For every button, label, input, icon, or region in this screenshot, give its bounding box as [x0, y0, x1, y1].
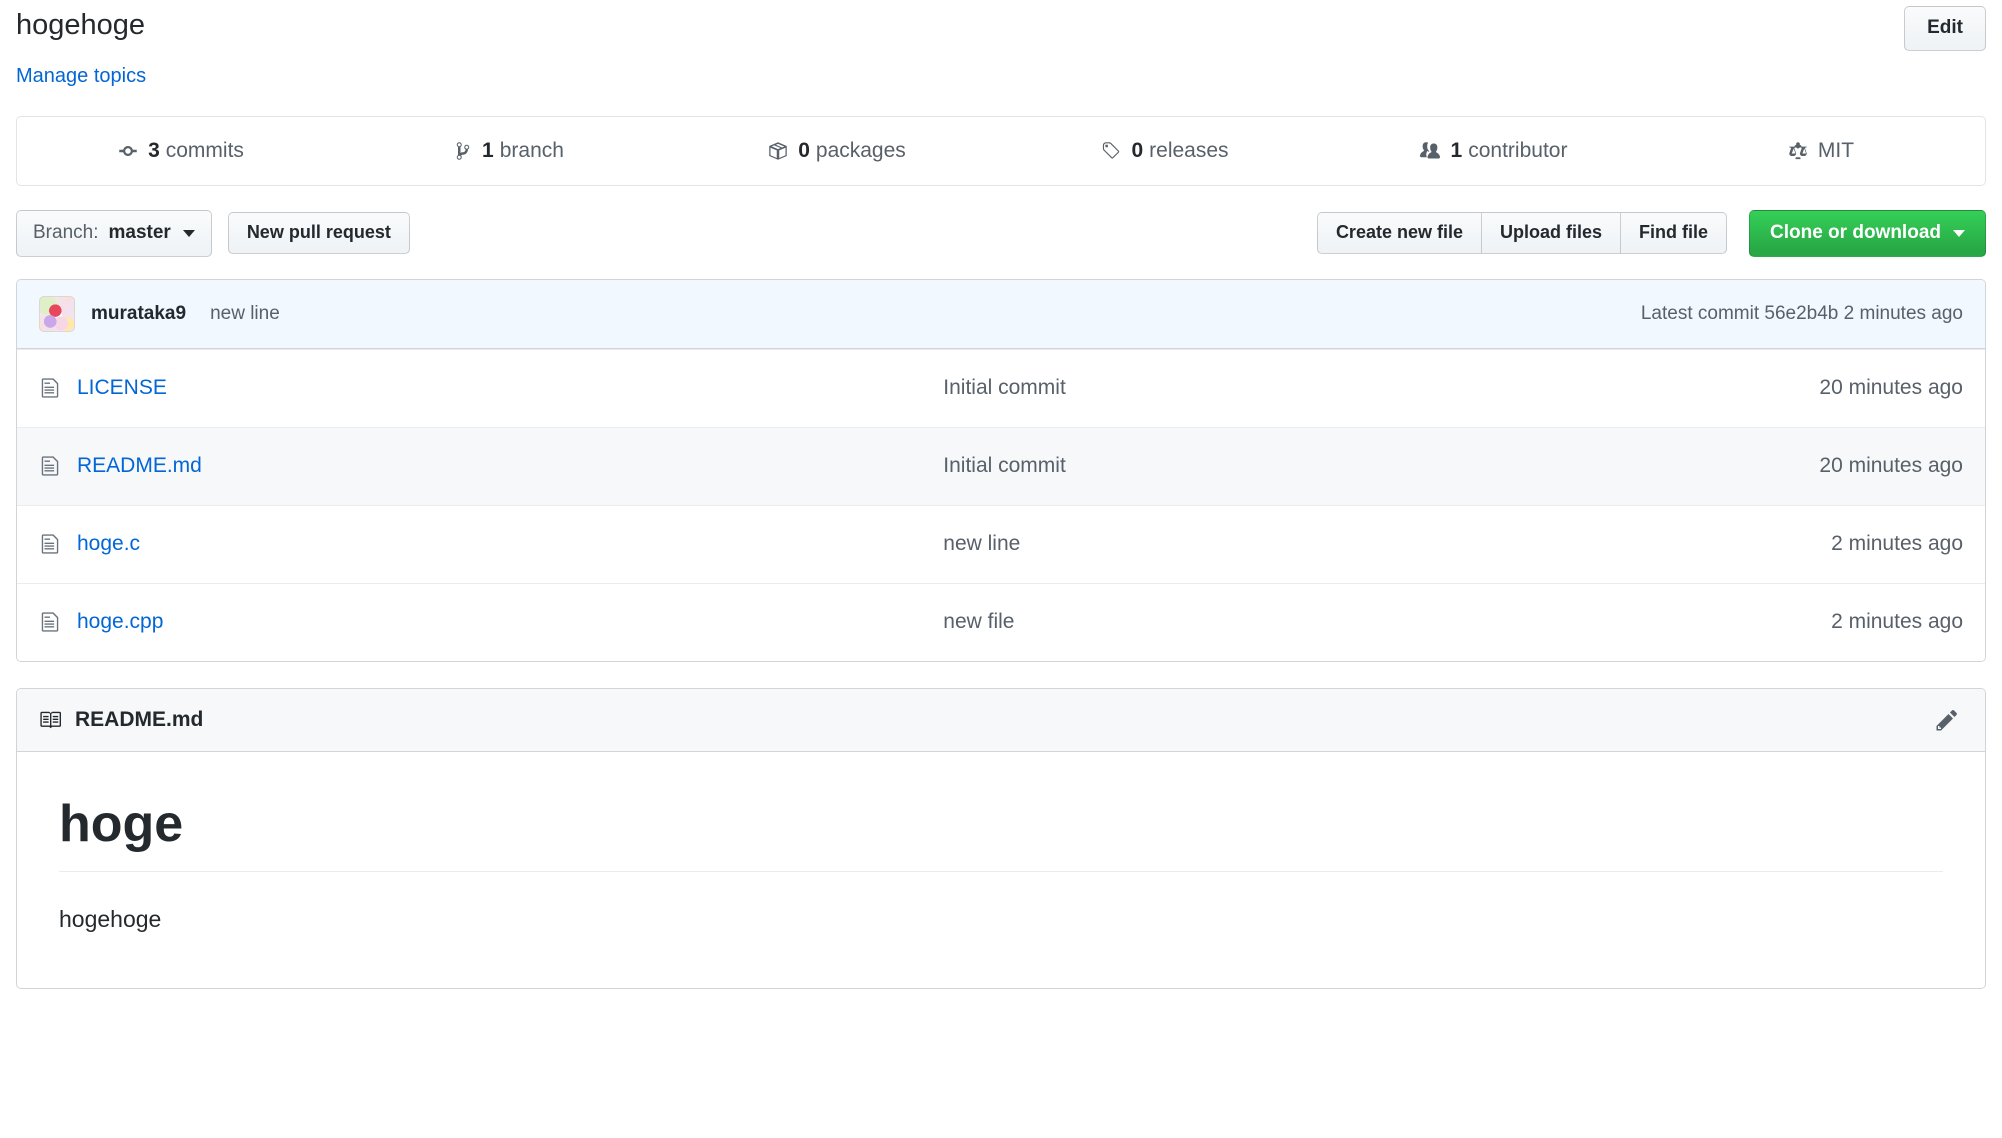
stat-branches-label: branch	[499, 138, 564, 162]
repository-header-left: hogehoge Manage topics	[16, 6, 146, 88]
table-row[interactable]: LICENSE Initial commit 20 minutes ago	[17, 348, 1985, 427]
file-commit-message[interactable]: Initial commit	[943, 376, 1066, 399]
stat-packages-count: 0	[798, 138, 810, 162]
latest-commit-age: 2 minutes ago	[1843, 302, 1963, 324]
clone-or-download-label: Clone or download	[1770, 221, 1941, 243]
table-row[interactable]: README.md Initial commit 20 minutes ago	[17, 426, 1985, 505]
edit-button[interactable]: Edit	[1904, 6, 1986, 51]
file-commit-message-cell: new line	[943, 532, 1831, 556]
stat-contributors-count: 1	[1450, 138, 1463, 162]
repository-header: hogehoge Manage topics Edit	[16, 0, 1986, 88]
file-commit-message[interactable]: new line	[943, 532, 1020, 555]
file-commit-message[interactable]: Initial commit	[943, 454, 1066, 477]
file-icon	[39, 533, 61, 555]
readme-body: hoge hogehoge	[17, 752, 1985, 989]
chevron-down-icon	[1953, 229, 1965, 237]
file-name-cell: hoge.cpp	[39, 610, 943, 634]
tag-icon	[1101, 141, 1121, 161]
table-row[interactable]: hoge.cpp new file 2 minutes ago	[17, 582, 1985, 661]
file-navigation-toolbar: Branch: master New pull request Create n…	[16, 209, 1986, 257]
file-name-cell: hoge.c	[39, 532, 943, 556]
file-commit-message-cell: new file	[943, 610, 1831, 634]
readme-filename: README.md	[75, 707, 204, 731]
branch-select-button[interactable]: Branch: master	[16, 209, 212, 257]
file-age-cell: 2 minutes ago	[1831, 610, 1963, 634]
stat-commits[interactable]: 3 commits	[17, 117, 345, 185]
file-age-cell: 20 minutes ago	[1819, 376, 1963, 400]
stat-license-label: MIT	[1817, 138, 1855, 162]
stat-packages[interactable]: 0 packages	[673, 117, 1001, 185]
stat-packages-label: packages	[815, 138, 906, 162]
avatar[interactable]	[39, 295, 75, 332]
file-commit-message-cell: Initial commit	[943, 376, 1819, 400]
file-icon	[39, 455, 61, 477]
stat-releases-label: releases	[1149, 138, 1229, 162]
file-age-cell: 20 minutes ago	[1819, 454, 1963, 478]
readme-header-left: README.md	[39, 708, 203, 732]
branch-icon	[454, 141, 472, 161]
file-link[interactable]: hoge.c	[77, 532, 140, 556]
commit-author-name[interactable]: murataka9	[91, 303, 186, 325]
repository-stats-bar: 3 commits 1 branch 0 packages 0 releases…	[16, 115, 1986, 186]
file-age-cell: 2 minutes ago	[1831, 532, 1963, 556]
law-icon	[1788, 141, 1808, 161]
readme-container: README.md hoge hogehoge	[16, 687, 1986, 990]
file-link[interactable]: hoge.cpp	[77, 610, 163, 634]
file-commit-message[interactable]: new file	[943, 610, 1014, 633]
upload-files-button[interactable]: Upload files	[1480, 212, 1621, 254]
file-commit-message-cell: Initial commit	[943, 454, 1819, 478]
stat-branches[interactable]: 1 branch	[345, 117, 673, 185]
file-link[interactable]: README.md	[77, 454, 202, 478]
latest-commit-sha[interactable]: 56e2b4b	[1764, 303, 1838, 324]
stat-license[interactable]: MIT	[1657, 117, 1985, 185]
book-icon	[39, 709, 61, 731]
people-icon	[1419, 141, 1441, 161]
file-list-container: murataka9 new line Latest commit 56e2b4b…	[16, 278, 1986, 662]
stat-contributors-label: contributor	[1468, 138, 1568, 162]
readme-heading: hoge	[59, 792, 1943, 872]
file-navigation-right: Create new file Upload files Find file C…	[1316, 209, 1986, 257]
table-row[interactable]: hoge.c new line 2 minutes ago	[17, 504, 1985, 583]
latest-commit-bar: murataka9 new line Latest commit 56e2b4b…	[17, 279, 1985, 349]
repository-page: hogehoge Manage topics Edit 3 commits 1 …	[0, 0, 2002, 990]
commit-message[interactable]: new line	[210, 303, 280, 325]
branch-name-label: master	[108, 221, 171, 243]
page-title: hogehoge	[16, 9, 146, 41]
manage-topics-link[interactable]: Manage topics	[16, 65, 146, 88]
chevron-down-icon	[182, 229, 195, 237]
latest-commit-prefix: Latest commit	[1640, 302, 1760, 324]
stat-commits-count: 3	[148, 138, 160, 162]
latest-commit-meta: Latest commit 56e2b4b 2 minutes ago	[1641, 303, 1963, 325]
file-name-cell: LICENSE	[39, 376, 943, 400]
find-file-button[interactable]: Find file	[1620, 212, 1727, 254]
file-navigation-left: Branch: master New pull request	[16, 209, 410, 257]
readme-header: README.md	[17, 688, 1985, 752]
file-icon	[39, 377, 61, 399]
branch-prefix-label: Branch:	[33, 221, 99, 243]
file-action-button-group: Create new file Upload files Find file	[1316, 212, 1727, 254]
latest-commit-author-group: murataka9 new line	[39, 295, 280, 332]
readme-paragraph: hogehoge	[59, 905, 162, 932]
create-new-file-button[interactable]: Create new file	[1316, 212, 1482, 254]
stat-releases[interactable]: 0 releases	[1001, 117, 1329, 185]
package-icon	[768, 141, 788, 161]
stat-contributors[interactable]: 1 contributor	[1329, 117, 1657, 185]
file-link[interactable]: LICENSE	[77, 376, 167, 400]
stat-releases-count: 0	[1131, 138, 1144, 162]
commit-icon	[118, 141, 138, 161]
file-name-cell: README.md	[39, 454, 943, 478]
stat-commits-label: commits	[165, 138, 244, 162]
clone-or-download-button[interactable]: Clone or download	[1749, 209, 1986, 257]
pencil-icon[interactable]	[1931, 706, 1963, 734]
new-pull-request-button[interactable]: New pull request	[227, 212, 410, 254]
file-icon	[39, 611, 61, 633]
stat-branches-count: 1	[482, 138, 494, 162]
